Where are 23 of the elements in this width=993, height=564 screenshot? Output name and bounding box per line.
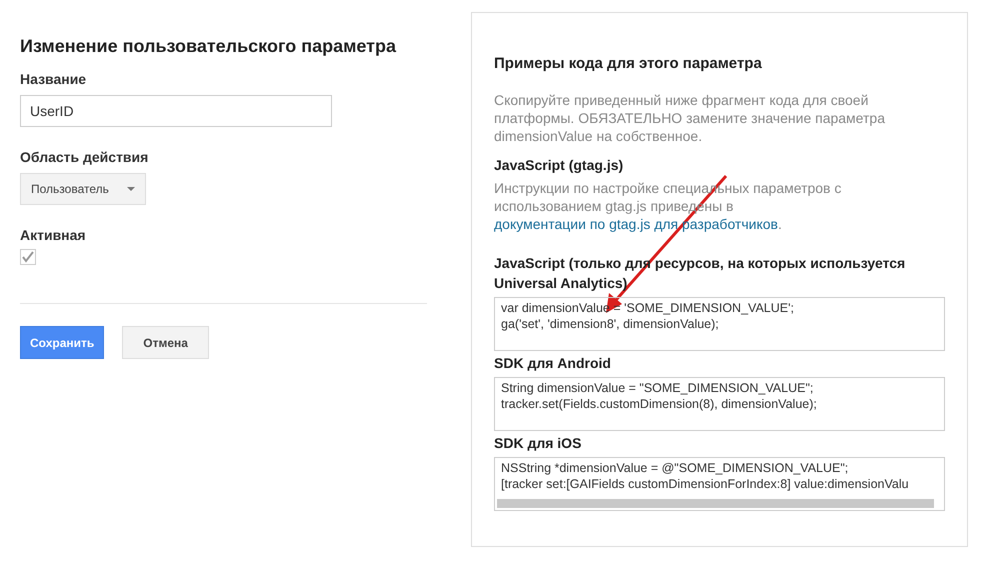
cancel-button[interactable]: Отмена: [122, 326, 209, 359]
code-line: ga('set', 'dimension8', dimensionValue);: [501, 316, 720, 332]
code-box[interactable]: String dimensionValue = "SOME_DIMENSION_VALUE"; tracker.set(Fields.customDimension(8), dimensionValue);: [494, 377, 945, 431]
section-heading: SDK для iOS: [494, 434, 582, 453]
code-line: NSString *dimensionValue = @"SOME_DIMENSION_VALUE";: [501, 460, 850, 476]
scrollbar[interactable]: [497, 499, 934, 508]
panel-title: Примеры кода для этого параметра: [494, 55, 763, 72]
field-label: Область действия: [20, 149, 150, 165]
field-label: Активная: [20, 227, 87, 243]
code-line: tracker.set(Fields.customDimension(8), dimensionValue);: [501, 396, 818, 412]
name-field[interactable]: UserID: [20, 95, 332, 127]
code-box[interactable]: NSString *dimensionValue = @"SOME_DIMENSION_VALUE"; [tracker set:[GAIFields customDimensionForIndex:8] value:dimensionValu: [494, 457, 945, 511]
intro-text: Скопируйте приведенный ниже фрагмент кода для своей платформы. ОБЯЗАТЕЛЬНО замените значение параметра dimensionValue на собственное.: [494, 91, 886, 145]
caret-icon: [126, 187, 135, 191]
page-title: Изменение пользовательского параметра: [20, 36, 398, 57]
section-heading: JavaScript (gtag.js): [494, 156, 624, 175]
active-checkbox[interactable]: [20, 249, 36, 265]
code-line: String dimensionValue = "SOME_DIMENSION_VALUE";: [501, 380, 814, 396]
code-line: [tracker set:[GAIFields customDimensionForIndex:8] value:dimensionValu: [501, 476, 910, 492]
docs-link[interactable]: документации по gtag.js для разработчиков: [494, 216, 778, 232]
section-heading: SDK для Android: [494, 354, 612, 373]
scope-dropdown[interactable]: Пользователь: [20, 173, 146, 205]
field-label: Название: [20, 71, 88, 87]
